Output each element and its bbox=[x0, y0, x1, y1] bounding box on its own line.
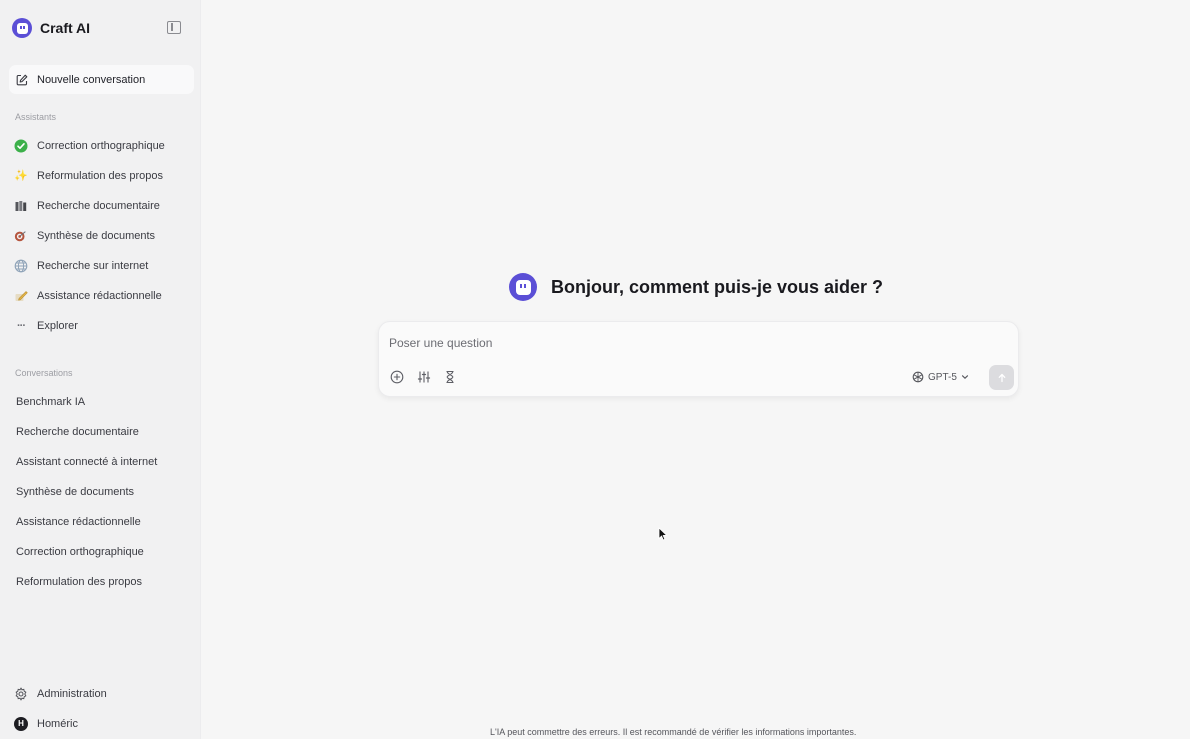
books-icon bbox=[14, 199, 28, 213]
assistant-recherche-internet[interactable]: Recherche sur internet bbox=[14, 257, 148, 275]
model-selector[interactable]: GPT-5 bbox=[912, 369, 969, 385]
administration-label: Administration bbox=[37, 688, 107, 700]
assistant-label: Correction orthographique bbox=[37, 140, 165, 152]
user-name: Homéric bbox=[37, 718, 78, 730]
assistant-recherche-documentaire[interactable]: Recherche documentaire bbox=[14, 197, 160, 215]
question-input[interactable] bbox=[389, 334, 889, 352]
send-button[interactable] bbox=[989, 365, 1014, 390]
assistant-label: Synthèse de documents bbox=[37, 230, 156, 242]
assistant-label: Recherche documentaire bbox=[37, 200, 160, 212]
arrow-up-icon bbox=[998, 373, 1005, 382]
app-name: Craft AI bbox=[40, 20, 91, 36]
check-mark-icon bbox=[14, 139, 28, 153]
craft-ai-logo-icon bbox=[12, 18, 32, 38]
mouse-cursor-icon bbox=[658, 527, 668, 541]
new-conversation-label: Nouvelle conversation bbox=[37, 73, 146, 86]
user-profile[interactable]: H Homéric bbox=[14, 715, 78, 733]
administration-link[interactable]: Administration bbox=[14, 685, 107, 703]
model-name: GPT-5 bbox=[928, 371, 957, 383]
pencil-icon bbox=[14, 289, 28, 303]
greeting-header: Bonjour, comment puis-je vous aider ? bbox=[509, 273, 883, 301]
brand[interactable]: Craft AI bbox=[12, 18, 90, 38]
sidebar: Craft AI Nouvelle conversation Assistant… bbox=[0, 0, 201, 739]
conversations-section-label: Conversations bbox=[15, 368, 73, 378]
hourglass-icon[interactable] bbox=[442, 369, 458, 385]
assistant-reformulation[interactable]: ✨ Reformulation des propos bbox=[14, 167, 163, 185]
gear-icon bbox=[14, 687, 28, 701]
assistant-label: Explorer bbox=[37, 320, 78, 332]
chevron-down-icon bbox=[961, 375, 968, 379]
assistant-explorer[interactable]: ··· Explorer bbox=[14, 317, 78, 335]
assistants-section-label: Assistants bbox=[15, 112, 57, 122]
assistant-correction-orthographique[interactable]: Correction orthographique bbox=[14, 137, 165, 155]
add-attachment-icon[interactable] bbox=[389, 369, 405, 385]
avatar: H bbox=[14, 717, 28, 731]
conversation-item[interactable]: Synthèse de documents bbox=[16, 486, 134, 498]
globe-icon bbox=[14, 259, 28, 273]
conversation-item[interactable]: Benchmark IA bbox=[16, 396, 85, 408]
greeting-title: Bonjour, comment puis-je vous aider ? bbox=[551, 276, 884, 297]
new-conversation-button[interactable]: Nouvelle conversation bbox=[9, 65, 194, 94]
assistant-logo-icon bbox=[509, 273, 537, 301]
ellipsis-icon: ··· bbox=[17, 319, 26, 332]
target-icon bbox=[14, 229, 28, 243]
assistant-synthese-documents[interactable]: Synthèse de documents bbox=[14, 227, 155, 245]
edit-icon bbox=[16, 74, 28, 85]
openai-icon bbox=[912, 371, 924, 383]
settings-sliders-icon[interactable] bbox=[416, 369, 432, 385]
conversation-item[interactable]: Assistant connecté à internet bbox=[16, 456, 157, 468]
conversation-item[interactable]: Assistance rédactionnelle bbox=[16, 516, 141, 528]
chat-composer: GPT-5 bbox=[378, 321, 1019, 397]
conversation-item[interactable]: Reformulation des propos bbox=[16, 576, 142, 588]
sparkles-icon: ✨ bbox=[14, 169, 28, 182]
sidebar-toggle-icon[interactable] bbox=[167, 21, 181, 34]
assistant-label: Assistance rédactionnelle bbox=[37, 290, 162, 302]
assistant-label: Recherche sur internet bbox=[37, 260, 149, 272]
assistant-assistance-redactionnelle[interactable]: Assistance rédactionnelle bbox=[14, 287, 162, 305]
conversation-item[interactable]: Correction orthographique bbox=[16, 546, 144, 558]
ai-disclaimer: L'IA peut commettre des erreurs. Il est … bbox=[490, 727, 857, 737]
conversation-item[interactable]: Recherche documentaire bbox=[16, 426, 139, 438]
assistant-label: Reformulation des propos bbox=[37, 170, 163, 182]
